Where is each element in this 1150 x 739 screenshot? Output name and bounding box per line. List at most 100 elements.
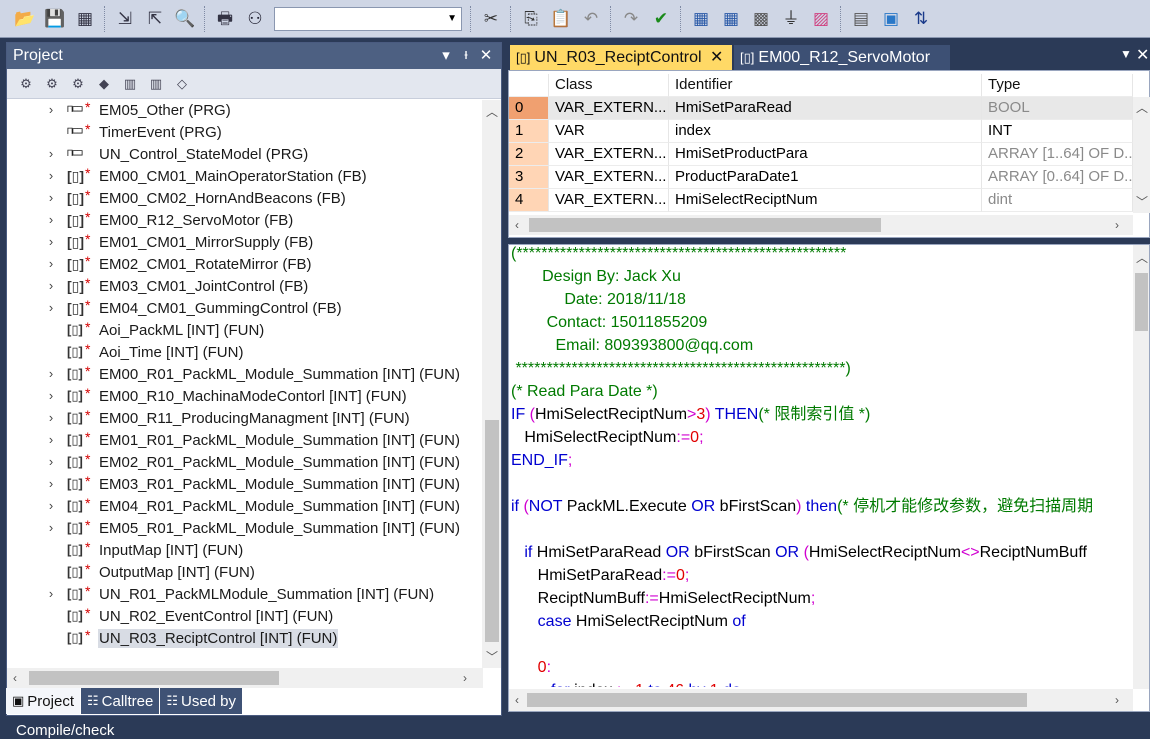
code-lines[interactable]: (***************************************…: [511, 245, 1133, 687]
tree-item[interactable]: › [▯] * EM01_R01_PackML_Module_Summation [I…: [7, 429, 482, 452]
variable-class[interactable]: VAR: [549, 120, 669, 143]
code-line[interactable]: ****************************************…: [511, 358, 850, 380]
variable-index[interactable]: 0: [509, 97, 549, 120]
close-editor-icon[interactable]: ✕: [1136, 45, 1149, 65]
plug-icon[interactable]: ⏚: [778, 6, 804, 32]
tree-item[interactable]: › [▯] * EM03_CM01_JointControl (FB): [7, 275, 482, 298]
grid-cross-icon[interactable]: ▦: [718, 6, 744, 32]
book-icon[interactable]: ▥: [119, 73, 141, 95]
open-folder-icon[interactable]: 📂: [12, 6, 38, 32]
variable-vertical-scrollbar[interactable]: ︿ ﹀: [1133, 97, 1150, 213]
code-line[interactable]: for index := 1 to 46 by 1 do: [511, 680, 741, 687]
code-line[interactable]: Email: 809393800@qq.com: [511, 335, 753, 357]
chevron-right-icon[interactable]: ›: [45, 388, 57, 403]
chevron-right-icon[interactable]: ›: [45, 256, 57, 271]
scroll-right-icon[interactable]: ›: [463, 671, 467, 685]
tree-tool-icon[interactable]: ⚙: [15, 73, 37, 95]
tree-item[interactable]: › [▯] * EM00_CM01_MainOperatorStation (FB): [7, 165, 482, 188]
variable-horizontal-scrollbar[interactable]: ‹ ›: [509, 215, 1133, 235]
code-line[interactable]: 0:: [511, 657, 551, 679]
chevron-right-icon[interactable]: ›: [45, 432, 57, 447]
tree-item[interactable]: › [▯] * EM03_R01_PackML_Module_Summation [I…: [7, 473, 482, 496]
scroll-up-icon[interactable]: ︿: [1136, 249, 1148, 266]
tree-vertical-scrollbar[interactable]: ︿ ﹀: [482, 100, 501, 668]
code-editor[interactable]: (***************************************…: [508, 244, 1150, 712]
variable-index[interactable]: 4: [509, 189, 549, 212]
tree-item[interactable]: › [▯] * EM00_R12_ServoMotor (FB): [7, 209, 482, 232]
code-line[interactable]: Design By: Jack Xu: [511, 266, 681, 288]
chevron-right-icon[interactable]: ›: [45, 586, 57, 601]
variable-identifier[interactable]: index: [669, 120, 982, 143]
scroll-down-icon[interactable]: ﹀: [486, 648, 498, 665]
tree-item[interactable]: › [▯] * EM00_CM02_HornAndBeacons (FB): [7, 187, 482, 210]
chevron-right-icon[interactable]: ›: [45, 498, 57, 513]
variable-class[interactable]: VAR_EXTERN...: [549, 97, 669, 120]
variable-row[interactable]: 3 VAR_EXTERN... ProductParaDate1 ARRAY [0..…: [509, 166, 1133, 189]
variable-row[interactable]: 1 VAR index INT: [509, 120, 1133, 143]
scroll-right-icon[interactable]: ›: [1115, 218, 1119, 232]
tab-calltree[interactable]: ☷ Calltree: [80, 688, 160, 714]
tree-item[interactable]: › ⊓⊏⊐ UN_Control_StateModel (PRG): [7, 144, 482, 166]
form-icon[interactable]: ▤: [848, 6, 874, 32]
code-line[interactable]: HmiSelectReciptNum:=0;: [511, 427, 703, 449]
chevron-right-icon[interactable]: ›: [45, 102, 57, 117]
chevron-right-icon[interactable]: ›: [45, 366, 57, 381]
variable-class[interactable]: VAR_EXTERN...: [549, 189, 669, 212]
variable-row[interactable]: 4 VAR_EXTERN... HmiSelectReciptNum dint: [509, 189, 1133, 212]
check-icon[interactable]: ✔: [648, 6, 674, 32]
header-type[interactable]: Type: [982, 74, 1133, 97]
chevron-right-icon[interactable]: ›: [45, 476, 57, 491]
chevron-right-icon[interactable]: ›: [45, 520, 57, 535]
code-line[interactable]: case HmiSelectReciptNum of: [511, 611, 746, 633]
scroll-left-icon[interactable]: ‹: [13, 671, 17, 685]
chevron-right-icon[interactable]: ›: [45, 234, 57, 249]
chevron-down-icon[interactable]: ▼: [447, 13, 457, 24]
chevron-right-icon[interactable]: ›: [45, 454, 57, 469]
code-horizontal-scrollbar[interactable]: ‹ ›: [509, 689, 1133, 711]
upload-icon[interactable]: ⇱: [142, 6, 168, 32]
chevron-right-icon[interactable]: ›: [45, 190, 57, 205]
variable-index[interactable]: 1: [509, 120, 549, 143]
tree-item[interactable]: › ⊓⊏⊐ * EM05_Other (PRG): [7, 100, 482, 122]
tree-item[interactable]: › [▯] * EM04_CM01_GummingControl (FB): [7, 297, 482, 320]
scroll-left-icon[interactable]: ‹: [515, 693, 519, 707]
variable-horizontal-thumb[interactable]: [529, 218, 881, 232]
print-preview-icon[interactable]: 🔍: [172, 6, 198, 32]
variable-type[interactable]: ARRAY [1..64] OF D...: [982, 143, 1133, 166]
download-icon[interactable]: ⇲: [112, 6, 138, 32]
window-icon[interactable]: ▦: [72, 6, 98, 32]
code-line[interactable]: Date: 2018/11/18: [511, 289, 686, 311]
tree-horizontal-scrollbar[interactable]: ‹ ›: [7, 668, 483, 688]
redo-icon[interactable]: ↷: [618, 6, 644, 32]
code-vertical-thumb[interactable]: [1135, 273, 1148, 331]
color-icon[interactable]: ▨: [808, 6, 834, 32]
diamond-icon[interactable]: ◇: [171, 73, 193, 95]
chevron-right-icon[interactable]: ›: [45, 146, 57, 161]
panel-menu-icon[interactable]: ▾: [437, 46, 455, 64]
tab-em00-r12-servomotor[interactable]: [▯] EM00_R12_ServoMotor: [734, 45, 950, 70]
variable-identifier[interactable]: HmiSetProductPara: [669, 143, 982, 166]
tree-item[interactable]: [▯] * OutputMap [INT] (FUN): [7, 561, 482, 584]
chevron-right-icon[interactable]: ›: [45, 278, 57, 293]
header-identifier[interactable]: Identifier: [669, 74, 982, 97]
cut-icon[interactable]: ✂: [478, 6, 504, 32]
chevron-right-icon[interactable]: ›: [45, 410, 57, 425]
paste-icon[interactable]: 📋: [548, 6, 574, 32]
tree-item[interactable]: › [▯] * EM05_R01_PackML_Module_Summation [I…: [7, 517, 482, 540]
copy-icon[interactable]: ⎘: [518, 6, 544, 32]
undo-icon[interactable]: ↶: [578, 6, 604, 32]
tree-add-icon[interactable]: ⚙: [41, 73, 63, 95]
tree-item[interactable]: [▯] * UN_R03_ReciptControl [INT] (FUN): [7, 627, 482, 650]
tree-item[interactable]: › [▯] * EM02_CM01_RotateMirror (FB): [7, 253, 482, 276]
variable-index[interactable]: 3: [509, 166, 549, 189]
variable-type[interactable]: BOOL: [982, 97, 1133, 120]
book-plus-icon[interactable]: ▥: [145, 73, 167, 95]
sort-icon[interactable]: ⇅: [908, 6, 934, 32]
tree-item[interactable]: › [▯] * EM01_CM01_MirrorSupply (FB): [7, 231, 482, 254]
variable-type[interactable]: ARRAY [0..64] OF D...: [982, 166, 1133, 189]
tree-item[interactable]: › [▯] * EM02_R01_PackML_Module_Summation [I…: [7, 451, 482, 474]
tree-item[interactable]: [▯] * Aoi_Time [INT] (FUN): [7, 341, 482, 364]
variable-identifier[interactable]: ProductParaDate1: [669, 166, 982, 189]
tab-un-r03-reciptcontrol[interactable]: [▯] UN_R03_ReciptControl ✕: [510, 45, 732, 70]
grid-dots-icon[interactable]: ▩: [748, 6, 774, 32]
